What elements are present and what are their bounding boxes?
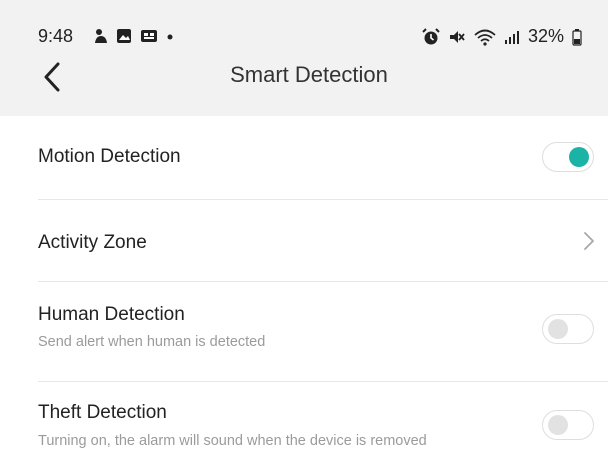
chevron-right-icon	[584, 232, 594, 250]
setting-title: Theft Detection	[38, 402, 167, 423]
battery-percent: 32%	[527, 26, 564, 46]
setting-subtitle: Send alert when human is detected	[38, 334, 266, 350]
notification-icon	[95, 29, 107, 43]
setting-title: Human Detection	[38, 304, 185, 325]
setting-row-motion-detection[interactable]: Motion Detection	[38, 116, 608, 200]
theft-detection-toggle[interactable]	[542, 410, 594, 440]
wifi-icon	[474, 29, 496, 46]
motion-detection-toggle[interactable]	[542, 142, 594, 172]
setting-subtitle: Turning on, the alarm will sound when th…	[38, 433, 427, 449]
page-title: Smart Detection	[230, 62, 388, 87]
setting-row-activity-zone[interactable]: Activity Zone	[38, 200, 608, 282]
mute-icon	[449, 30, 465, 43]
status-time: 9:48	[38, 26, 74, 46]
status-right: 32%	[422, 26, 582, 47]
dot-icon	[167, 34, 173, 40]
setting-row-human-detection[interactable]: Human Detection Send alert when human is…	[38, 282, 608, 382]
settings-list: Motion Detection Activity Zone Human Det…	[0, 116, 608, 472]
status-left-icons	[94, 28, 174, 44]
battery-icon	[572, 28, 582, 46]
header: 9:48 32% Smart Detection	[0, 0, 608, 116]
setting-title: Motion Detection	[38, 146, 181, 167]
alarm-icon	[422, 27, 440, 44]
toggle-knob	[548, 415, 568, 435]
image-icon	[117, 29, 131, 43]
signal-icon	[504, 30, 519, 44]
toggle-knob	[548, 319, 568, 339]
toggle-knob	[569, 147, 589, 167]
status-bar: 9:48 32%	[0, 0, 608, 50]
setting-row-theft-detection[interactable]: Theft Detection Turning on, the alarm wi…	[38, 382, 608, 472]
app-icon	[141, 30, 157, 42]
title-bar: Smart Detection	[0, 52, 608, 102]
setting-title: Activity Zone	[38, 232, 147, 253]
human-detection-toggle[interactable]	[542, 314, 594, 344]
